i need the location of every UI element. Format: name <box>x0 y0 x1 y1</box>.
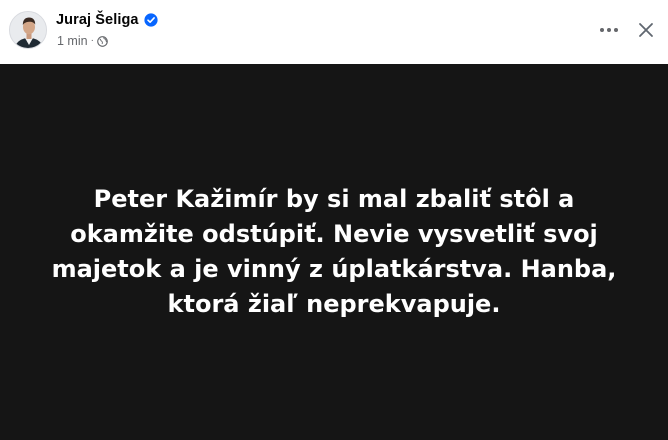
close-icon <box>639 23 653 37</box>
avatar-image <box>10 12 46 48</box>
author-row: Juraj Šeliga <box>56 12 158 28</box>
more-options-icon <box>600 28 618 32</box>
more-options-button[interactable] <box>593 16 625 44</box>
author-avatar[interactable] <box>9 11 47 49</box>
post-body-text: Peter Kažimír by si mal zbaliť stôl a ok… <box>51 185 617 318</box>
post-meta: 1 min · <box>57 34 108 48</box>
meta-separator: · <box>90 35 94 46</box>
post-timestamp[interactable]: 1 min <box>57 34 88 48</box>
globe-icon[interactable] <box>97 35 108 47</box>
post-text-background: Peter Kažimír by si mal zbaliť stôl a ok… <box>0 64 668 440</box>
post-header: Juraj Šeliga 1 min · <box>0 0 668 64</box>
close-button[interactable] <box>630 14 662 46</box>
author-name[interactable]: Juraj Šeliga <box>56 12 139 28</box>
verified-badge-icon <box>144 13 158 27</box>
